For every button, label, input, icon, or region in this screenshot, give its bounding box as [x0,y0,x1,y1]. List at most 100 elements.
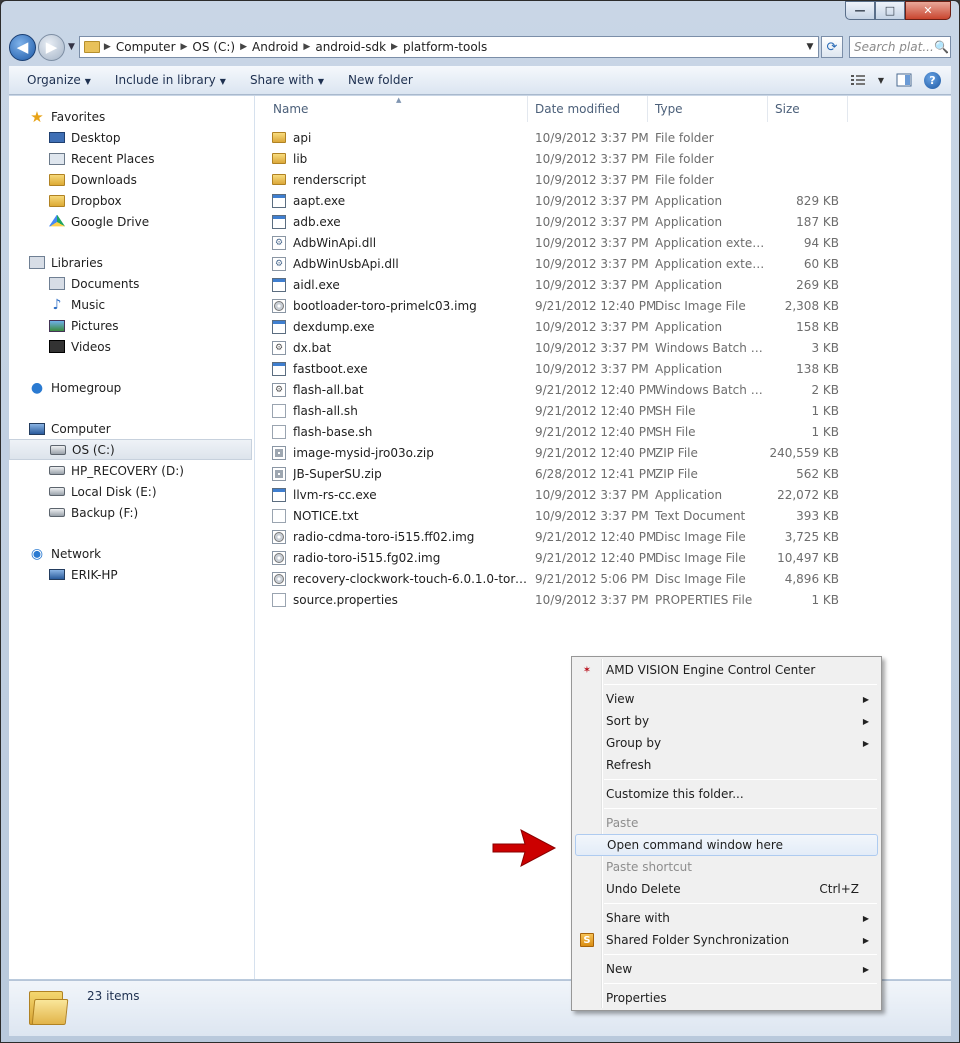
forward-arrow-icon[interactable]: ▶ [38,33,65,61]
breadcrumb-separator-icon[interactable]: ▶ [391,42,398,52]
nav-network[interactable]: ◉ Network [9,543,254,564]
breadcrumb-os-c[interactable]: OS (C:) [187,40,240,54]
table-row[interactable]: ⚙ AdbWinUsbApi.dll 10/9/2012 3:37 PM Applic… [266,253,848,274]
file-name-cell[interactable]: ⚙ AdbWinApi.dll [266,235,528,250]
nav-hp-recovery-d[interactable]: HP_RECOVERY (D:) [9,460,254,481]
nav-google-drive[interactable]: Google Drive [9,211,254,232]
table-row[interactable]: ⚙ AdbWinApi.dll 10/9/2012 3:37 PM Applicati… [266,232,848,253]
file-name-cell[interactable]: aapt.exe [266,193,528,208]
file-name-cell[interactable]: adb.exe [266,214,528,229]
table-row[interactable]: aidl.exe 10/9/2012 3:37 PM Application 269 … [266,274,848,295]
new-folder-button[interactable]: New folder [340,73,429,87]
breadcrumb-computer[interactable]: Computer [111,40,181,54]
table-row[interactable]: flash-base.sh 9/21/2012 12:40 PM SH File 1 … [266,421,848,442]
menu-item-amd-vision[interactable]: ✶ AMD VISION Engine Control Center [574,659,879,681]
column-header-name[interactable]: ▲ Name [266,96,528,122]
file-name-cell[interactable]: ⚙ AdbWinUsbApi.dll [266,256,528,271]
table-row[interactable]: ⚙ flash-all.bat 9/21/2012 12:40 PM Windows … [266,379,848,400]
file-name-cell[interactable]: JB-SuperSU.zip [266,466,528,481]
menu-item-group-by[interactable]: Group by ▶ [574,732,879,754]
table-row[interactable]: adb.exe 10/9/2012 3:37 PM Application 187 K… [266,211,848,232]
maximize-button[interactable]: □ [875,1,905,20]
nav-desktop[interactable]: Desktop [9,127,254,148]
nav-local-disk-e[interactable]: Local Disk (E:) [9,481,254,502]
file-name-cell[interactable]: llvm-rs-cc.exe [266,487,528,502]
breadcrumb-platform-tools[interactable]: platform-tools [398,40,492,54]
file-name-cell[interactable]: radio-toro-i515.fg02.img [266,550,528,565]
table-row[interactable]: radio-toro-i515.fg02.img 9/21/2012 12:40 … [266,547,848,568]
file-name-cell[interactable]: aidl.exe [266,277,528,292]
view-options-icon[interactable] [850,73,866,87]
file-name-cell[interactable]: dexdump.exe [266,319,528,334]
nav-backup-f[interactable]: Backup (F:) [9,502,254,523]
nav-dropbox[interactable]: Dropbox [9,190,254,211]
nav-documents[interactable]: Documents [9,273,254,294]
column-header-date-modified[interactable]: Date modified [528,96,648,122]
nav-favorites[interactable]: ★ Favorites [9,106,254,127]
nav-homegroup[interactable]: ● Homegroup [9,377,254,398]
search-icon[interactable]: 🔍 [934,40,950,54]
search-input[interactable]: Search plat... 🔍 [849,36,951,58]
menu-item-share-with[interactable]: Share with ▶ [574,907,879,929]
recent-pages-dropdown-icon[interactable]: ▼ [68,42,75,52]
breadcrumb-separator-icon[interactable]: ▶ [240,42,247,52]
breadcrumb-android-sdk[interactable]: android-sdk [310,40,391,54]
nav-videos[interactable]: Videos [9,336,254,357]
menu-item-customize-folder[interactable]: Customize this folder... [574,783,879,805]
breadcrumb-separator-icon[interactable]: ▶ [181,42,188,52]
share-with-menu[interactable]: Share with ▼ [242,73,340,87]
file-name-cell[interactable]: flash-base.sh [266,424,528,439]
menu-item-shared-folder-sync[interactable]: S Shared Folder Synchronization ▶ [574,929,879,951]
file-name-cell[interactable]: NOTICE.txt [266,508,528,523]
table-row[interactable]: renderscript 10/9/2012 3:37 PM File folder [266,169,848,190]
table-row[interactable]: recovery-clockwork-touch-6.0.1.0-toro.i.… [266,568,848,589]
menu-item-refresh[interactable]: Refresh [574,754,879,776]
preview-pane-icon[interactable] [896,73,912,87]
file-name-cell[interactable]: radio-cdma-toro-i515.ff02.img [266,529,528,544]
help-icon[interactable]: ? [924,71,941,89]
table-row[interactable]: bootloader-toro-primelc03.img 9/21/2012 1… [266,295,848,316]
table-row[interactable]: flash-all.sh 9/21/2012 12:40 PM SH File 1 K… [266,400,848,421]
nav-music[interactable]: ♪ Music [9,294,254,315]
minimize-button[interactable]: — [845,1,875,20]
nav-downloads[interactable]: Downloads [9,169,254,190]
table-row[interactable]: JB-SuperSU.zip 6/28/2012 12:41 PM ZIP File… [266,463,848,484]
file-name-cell[interactable]: renderscript [266,173,528,187]
menu-item-view[interactable]: View ▶ [574,688,879,710]
nav-erik-hp[interactable]: ERIK-HP [9,564,254,585]
close-button[interactable]: ✕ [905,1,951,20]
menu-item-open-command-window[interactable]: Open command window here [575,834,878,856]
menu-item-new[interactable]: New ▶ [574,958,879,980]
table-row[interactable]: api 10/9/2012 3:37 PM File folder [266,127,848,148]
file-name-cell[interactable]: source.properties [266,592,528,607]
nav-os-c[interactable]: OS (C:) [9,439,252,460]
file-name-cell[interactable]: recovery-clockwork-touch-6.0.1.0-toro.i.… [266,571,528,586]
table-row[interactable]: image-mysid-jro03o.zip 9/21/2012 12:40 PM… [266,442,848,463]
table-row[interactable]: source.properties 10/9/2012 3:37 PM PROPER… [266,589,848,610]
organize-menu[interactable]: Organize ▼ [19,73,107,87]
file-name-cell[interactable]: bootloader-toro-primelc03.img [266,298,528,313]
address-dropdown-icon[interactable]: ▼ [802,42,818,52]
view-dropdown-icon[interactable]: ▼ [878,76,884,85]
menu-item-properties[interactable]: Properties [574,987,879,1009]
table-row[interactable]: aapt.exe 10/9/2012 3:37 PM Application 829 … [266,190,848,211]
table-row[interactable]: fastboot.exe 10/9/2012 3:37 PM Application… [266,358,848,379]
refresh-icon[interactable]: ⟳ [821,36,843,58]
file-name-cell[interactable]: fastboot.exe [266,361,528,376]
breadcrumb-android[interactable]: Android [247,40,303,54]
file-name-cell[interactable]: api [266,131,528,145]
column-header-size[interactable]: Size [768,96,848,122]
nav-libraries[interactable]: Libraries [9,252,254,273]
include-in-library-menu[interactable]: Include in library ▼ [107,73,242,87]
file-name-cell[interactable]: ⚙ dx.bat [266,340,528,355]
address-bar[interactable]: ▶ Computer ▶ OS (C:) ▶ Android ▶ android… [78,36,819,58]
nav-computer[interactable]: Computer [9,418,254,439]
breadcrumb-separator-icon[interactable]: ▶ [303,42,310,52]
table-row[interactable]: radio-cdma-toro-i515.ff02.img 9/21/2012 1… [266,526,848,547]
menu-item-undo-delete[interactable]: Undo Delete Ctrl+Z [574,878,879,900]
back-arrow-icon[interactable]: ◀ [9,33,36,61]
breadcrumb-separator-icon[interactable]: ▶ [104,42,111,52]
file-name-cell[interactable]: ⚙ flash-all.bat [266,382,528,397]
nav-pictures[interactable]: Pictures [9,315,254,336]
menu-item-sort-by[interactable]: Sort by ▶ [574,710,879,732]
